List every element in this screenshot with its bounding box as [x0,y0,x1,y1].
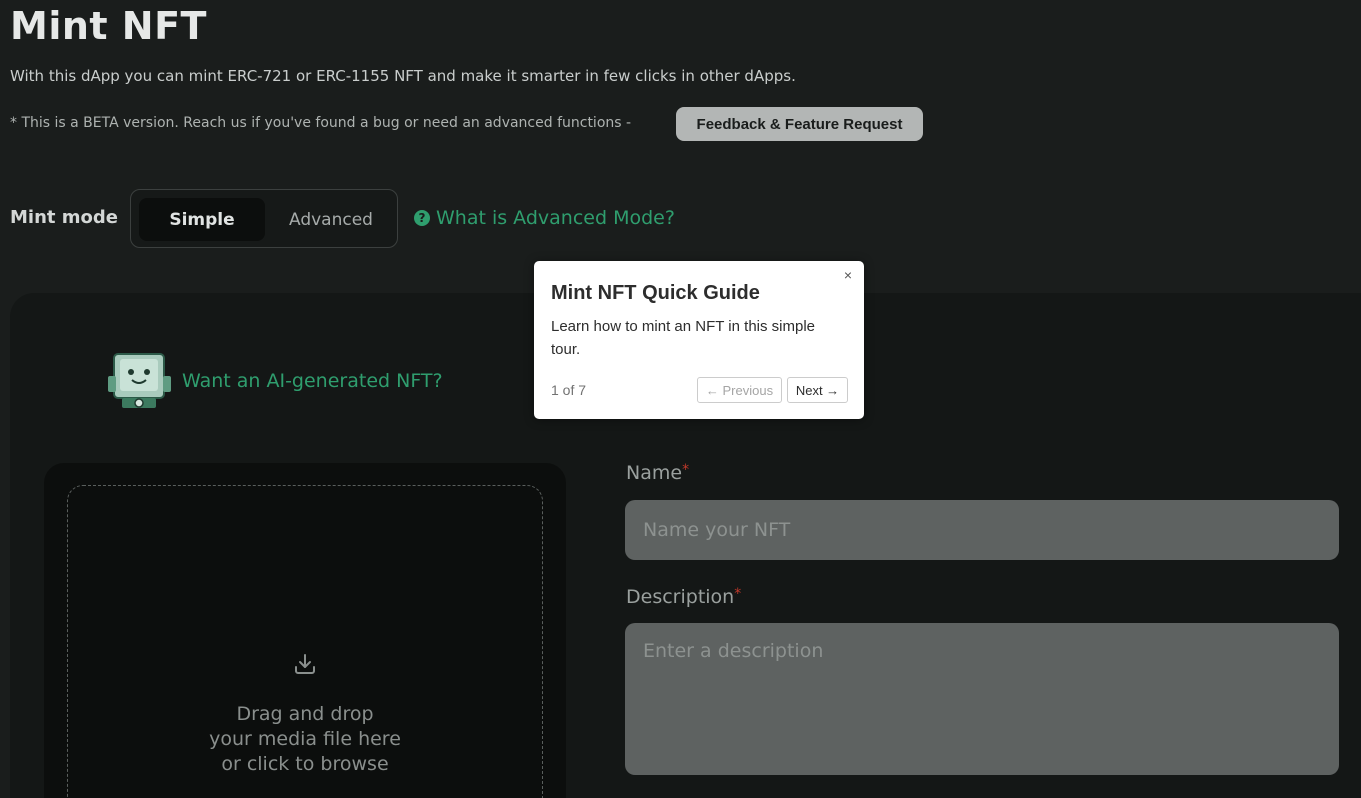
intro-text: With this dApp you can mint ERC-721 or E… [10,67,796,85]
mint-nft-page: Mint NFT With this dApp you can mint ERC… [0,0,1361,798]
advanced-mode-help-link[interactable]: ? What is Advanced Mode? [414,207,675,229]
ai-generated-link[interactable]: Want an AI-generated NFT? [108,350,443,412]
advanced-mode-help-label: What is Advanced Mode? [436,207,675,229]
required-mark: * [682,462,690,478]
mint-mode-toggle: Simple Advanced [130,189,398,248]
name-label: Name* [626,462,689,484]
quick-guide-popover: × Mint NFT Quick Guide Learn how to mint… [534,261,864,419]
ai-generated-label: Want an AI-generated NFT? [182,370,443,392]
name-label-text: Name [626,462,683,484]
name-input[interactable] [625,500,1339,560]
guide-next-button[interactable]: Next → [787,377,848,403]
dropzone-text: Drag and drop your media file here or cl… [67,702,543,777]
description-label-text: Description [626,586,735,608]
required-mark: * [734,586,742,602]
dropzone-line-3: or click to browse [221,753,389,775]
close-icon[interactable]: × [844,267,852,283]
mode-simple-option[interactable]: Simple [139,198,265,241]
feedback-button[interactable]: Feedback & Feature Request [676,107,923,141]
description-label: Description* [626,586,741,608]
page-title: Mint NFT [10,4,207,48]
guide-progress: 1 of 7 [551,382,587,398]
robot-icon [108,350,172,412]
mint-mode-label: Mint mode [10,207,118,228]
guide-description: Learn how to mint an NFT in this simple … [551,318,816,358]
description-input[interactable] [625,623,1339,775]
mode-advanced-option[interactable]: Advanced [271,198,391,241]
guide-title: Mint NFT Quick Guide [551,282,760,304]
dropzone-line-1: Drag and drop [236,703,374,725]
guide-previous-button[interactable]: ← Previous [697,377,782,403]
dropzone-line-2: your media file here [209,728,401,750]
beta-note: * This is a BETA version. Reach us if yo… [10,115,632,131]
upload-icon [293,652,317,676]
question-circle-icon: ? [414,210,430,226]
